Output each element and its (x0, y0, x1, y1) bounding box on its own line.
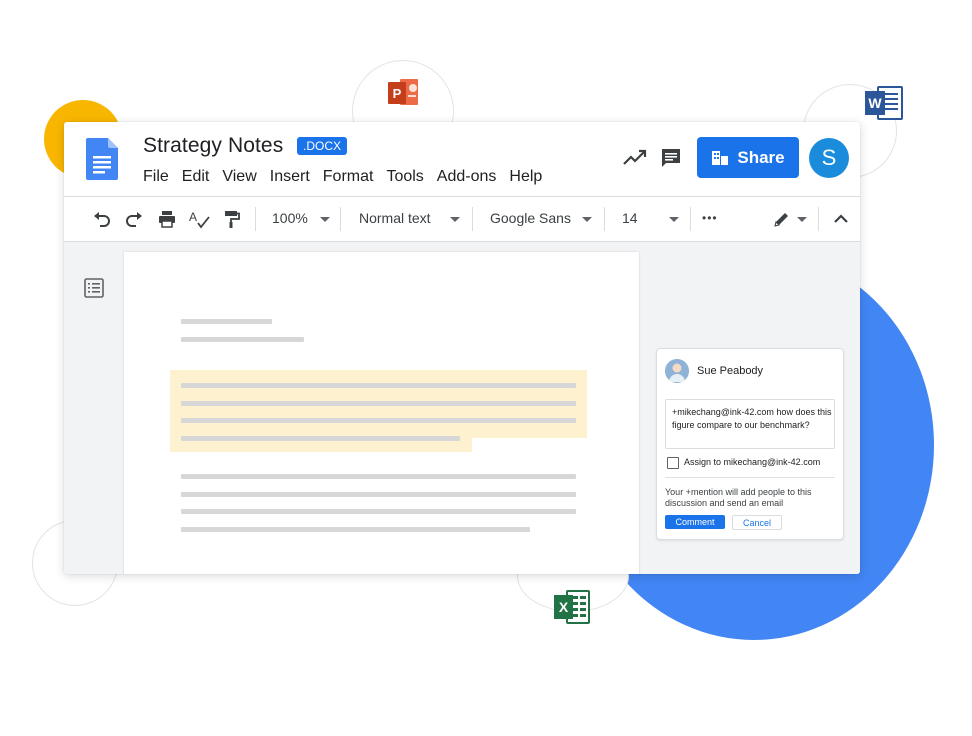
menu-file[interactable]: File (143, 168, 169, 186)
placeholder-text-line (181, 492, 576, 497)
menu-edit[interactable]: Edit (182, 168, 210, 186)
menu-insert[interactable]: Insert (270, 168, 310, 186)
comment-card: Sue Peabody +mikechang@ink-42.com how do… (656, 348, 844, 540)
print-icon[interactable] (157, 209, 177, 229)
svg-text:P: P (393, 86, 402, 101)
chevron-down-icon[interactable] (669, 217, 679, 222)
placeholder-text-line (181, 319, 272, 324)
trending-icon[interactable] (622, 147, 648, 169)
toolbar-divider (604, 207, 605, 231)
svg-text:X: X (559, 599, 569, 615)
assign-label: Assign to mikechang@ink-42.com (684, 457, 821, 467)
collapse-icon[interactable] (831, 209, 851, 229)
menu-add-ons[interactable]: Add-ons (437, 168, 497, 186)
more-options-button[interactable]: ••• (702, 211, 718, 225)
powerpoint-icon: P (386, 76, 420, 115)
format-badge: .DOCX (297, 137, 348, 155)
avatar (665, 359, 689, 383)
toolbar-divider (818, 207, 819, 231)
chevron-down-icon[interactable] (797, 217, 807, 222)
document-page[interactable] (124, 252, 639, 574)
title-bar: Strategy Notes .DOCX File Edit View Inse… (64, 122, 860, 197)
placeholder-text-line (181, 418, 576, 423)
avatar[interactable]: S (809, 138, 849, 178)
zoom-select[interactable]: 100% (272, 210, 308, 226)
cancel-button[interactable]: Cancel (732, 515, 782, 530)
spellcheck-icon[interactable]: A (189, 209, 210, 229)
placeholder-text-line (181, 383, 576, 388)
placeholder-text-line (181, 337, 304, 342)
toolbar-divider (340, 207, 341, 231)
chevron-down-icon[interactable] (582, 217, 592, 222)
share-label: Share (737, 147, 785, 167)
chevron-down-icon[interactable] (450, 217, 460, 222)
style-select[interactable]: Normal text (359, 210, 431, 226)
placeholder-text-line (181, 401, 576, 406)
mention-note: Your +mention will add people to this di… (665, 487, 812, 508)
assign-checkbox[interactable] (667, 457, 679, 469)
placeholder-text-line (181, 527, 530, 532)
chevron-down-icon[interactable] (320, 217, 330, 222)
toolbar-divider (255, 207, 256, 231)
docs-window: Strategy Notes .DOCX File Edit View Inse… (64, 122, 860, 574)
share-people-icon (712, 150, 729, 165)
menu-bar: File Edit View Insert Format Tools Add-o… (143, 168, 555, 186)
comment-icon[interactable] (659, 146, 683, 170)
svg-text:A: A (189, 210, 197, 224)
comment-text: +mikechang@ink-42.com how does this figu… (672, 407, 832, 430)
svg-text:W: W (868, 95, 882, 111)
placeholder-text-line (181, 509, 576, 514)
comment-author: Sue Peabody (697, 365, 764, 377)
font-size-select[interactable]: 14 (622, 210, 638, 226)
toolbar-divider (690, 207, 691, 231)
font-select[interactable]: Google Sans (490, 210, 571, 226)
menu-format[interactable]: Format (323, 168, 374, 186)
share-button[interactable]: Share (697, 137, 799, 178)
toolbar: A 100% Normal text Google Sans 14 ••• (64, 197, 860, 242)
menu-tools[interactable]: Tools (386, 168, 423, 186)
word-icon: W (864, 85, 904, 126)
pencil-icon[interactable] (772, 209, 792, 229)
comment-input[interactable]: +mikechang@ink-42.com how does this figu… (665, 399, 835, 449)
menu-help[interactable]: Help (509, 168, 542, 186)
menu-view[interactable]: View (222, 168, 256, 186)
toolbar-divider (472, 207, 473, 231)
excel-icon: X (553, 590, 591, 629)
document-title[interactable]: Strategy Notes (143, 134, 283, 158)
undo-icon[interactable] (92, 209, 112, 229)
placeholder-text-line (181, 474, 576, 479)
placeholder-text-line (181, 436, 460, 441)
comment-button[interactable]: Comment (665, 515, 725, 529)
divider (665, 477, 835, 478)
paint-format-icon[interactable] (222, 209, 242, 229)
redo-icon[interactable] (124, 209, 144, 229)
outline-icon[interactable] (84, 278, 104, 298)
docs-icon[interactable] (86, 138, 118, 180)
